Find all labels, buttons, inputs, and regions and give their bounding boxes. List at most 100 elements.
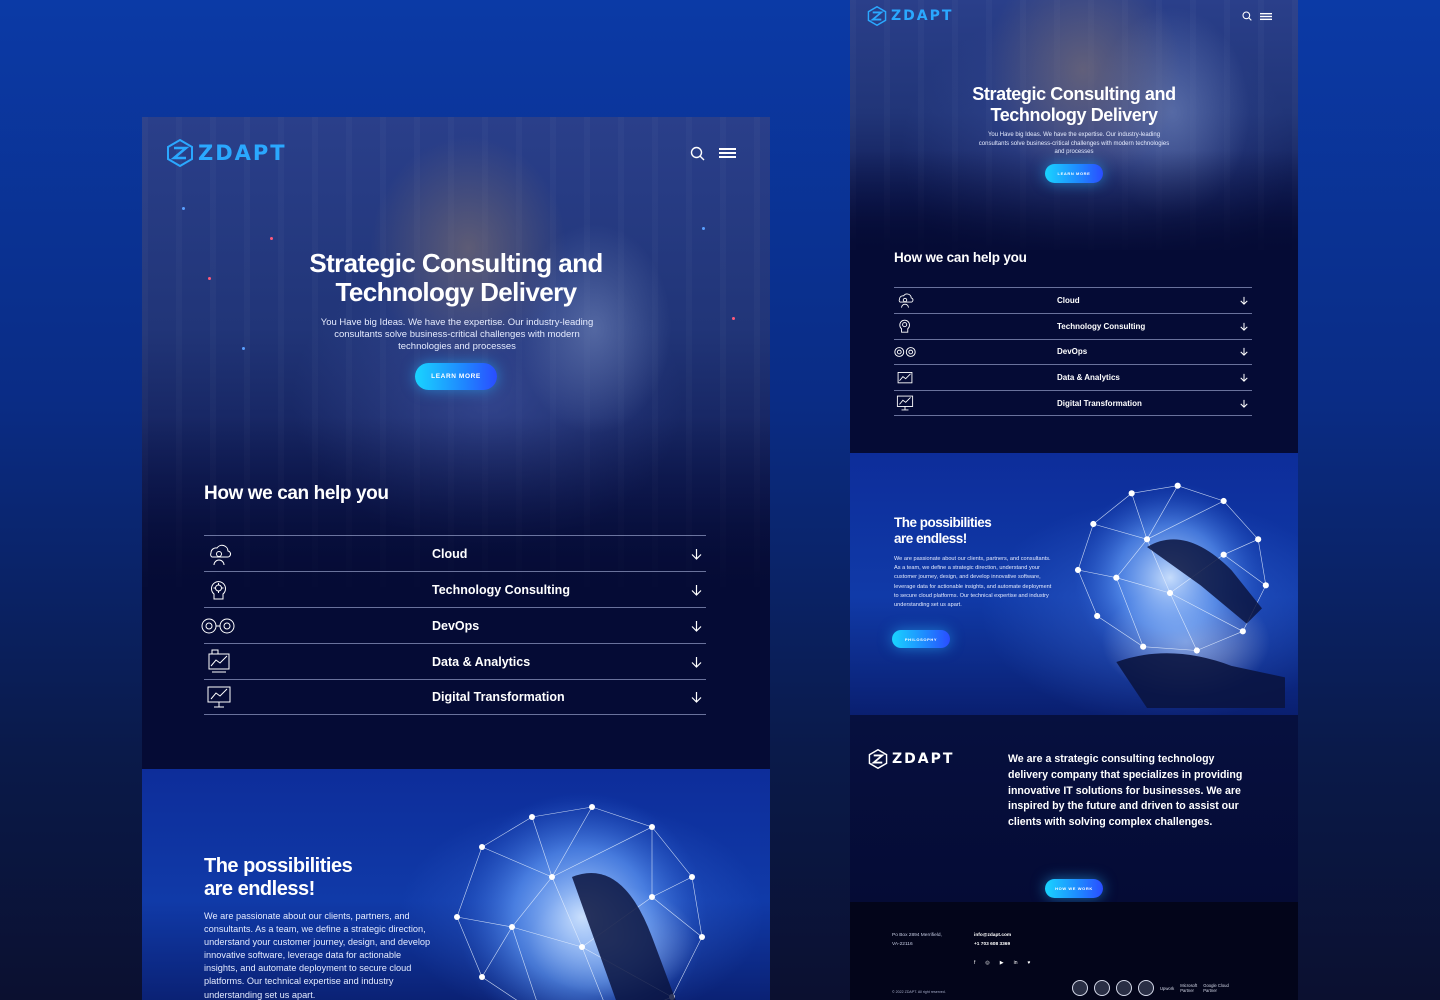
monitor-chart-icon	[204, 682, 234, 712]
service-item-technology-consulting[interactable]: Technology Consulting	[204, 571, 706, 607]
site-header: ZDAPT	[867, 6, 1272, 26]
cloud-person-icon	[894, 289, 916, 311]
service-item-digital-transformation[interactable]: Digital Transformation	[204, 679, 706, 715]
hero-subtitle: You Have big Ideas. We have the expertis…	[320, 317, 594, 352]
service-item-cloud[interactable]: Cloud	[204, 535, 706, 571]
search-icon[interactable]	[690, 146, 705, 161]
mockup-desktop: ZDAPT Strategic Consulting and Technolog…	[142, 117, 770, 1000]
about-logo: ZDAPT	[868, 749, 954, 769]
arrow-down-icon[interactable]	[1240, 296, 1248, 305]
menu-icon[interactable]	[719, 147, 736, 159]
service-label: Technology Consulting	[1057, 321, 1146, 331]
possibilities-body: We are passionate about our clients, par…	[894, 556, 1052, 609]
service-label: DevOps	[432, 618, 480, 633]
possibilities-title-line: are endless!	[894, 531, 967, 546]
service-label: Data & Analytics	[432, 654, 531, 669]
email-link[interactable]: info@zdapt.com	[974, 932, 1011, 941]
server-light	[242, 347, 245, 350]
hero-subtitle: You Have big Ideas. We have the expertis…	[978, 132, 1170, 155]
hero-title-line: Technology Delivery	[990, 105, 1158, 125]
server-light	[732, 317, 735, 320]
devops-gears-icon	[200, 611, 236, 641]
section-title: How we can help you	[894, 250, 1027, 265]
phone-link[interactable]: +1 703 608 3369	[974, 941, 1011, 950]
service-label: Cloud	[1057, 295, 1080, 305]
menu-icon[interactable]	[1260, 12, 1272, 21]
devops-gears-icon	[892, 341, 918, 363]
arrow-down-icon[interactable]	[691, 656, 702, 668]
possibilities-title-line: The possibilities	[894, 515, 992, 530]
hero-title-line: Strategic Consulting and	[972, 84, 1176, 104]
possibilities-title: The possibilities are endless!	[894, 515, 992, 547]
about-section: ZDAPT We are a strategic consulting tech…	[850, 715, 1298, 902]
address-line: Po Box 2894 Merrifield,	[892, 933, 942, 938]
arrow-down-icon[interactable]	[691, 691, 702, 703]
certification-badge	[1094, 980, 1110, 996]
possibilities-title-line: The possibilities	[204, 855, 353, 877]
instagram-icon[interactable]: ◎	[985, 960, 989, 966]
analytics-chart-icon	[894, 367, 916, 389]
brain-gear-icon	[204, 575, 234, 605]
learn-more-button[interactable]: LEARN MORE	[415, 363, 497, 390]
arrow-down-icon[interactable]	[1240, 347, 1248, 357]
partner-badges: Upwork Microsoft Partner Google Cloud Pa…	[1072, 980, 1229, 996]
service-item-data-analytics[interactable]: Data & Analytics	[894, 364, 1252, 390]
badge-line: Partner	[1203, 988, 1217, 993]
address-line: VA-22116	[892, 941, 913, 947]
logo-text: ZDAPT	[198, 141, 287, 165]
service-item-technology-consulting[interactable]: Technology Consulting	[894, 312, 1252, 339]
service-item-cloud[interactable]: Cloud	[894, 287, 1252, 313]
microsoft-partner-badge: Microsoft Partner	[1180, 983, 1197, 993]
hero-title-line: Strategic Consulting and	[309, 248, 603, 278]
cloud-person-icon	[204, 539, 234, 569]
facebook-icon[interactable]: f	[974, 960, 975, 966]
possibilities-section: The possibilities are endless! We are pa…	[142, 769, 770, 1000]
monitor-chart-icon	[894, 392, 916, 414]
services-list: Cloud Technology Consulting DevOps Data …	[894, 287, 1252, 416]
service-item-devops[interactable]: DevOps	[201, 607, 706, 643]
arrow-down-icon[interactable]	[1240, 322, 1248, 331]
search-icon[interactable]	[1242, 11, 1252, 21]
footer-address: Po Box 2894 Merrifield, VA-22116	[892, 932, 942, 949]
arrow-down-icon[interactable]	[691, 620, 702, 632]
analytics-chart-icon	[204, 647, 234, 677]
possibilities-body: We are passionate about our clients, par…	[204, 911, 431, 1000]
certification-badge	[1072, 980, 1088, 996]
social-links: f ◎ ▶ in ♥	[974, 960, 1031, 966]
zdapt-logo-icon	[867, 6, 887, 26]
arrow-down-icon[interactable]	[691, 584, 702, 596]
service-label: Technology Consulting	[432, 582, 570, 597]
linkedin-icon[interactable]: in	[1014, 960, 1018, 966]
logo-text: ZDAPT	[892, 751, 955, 767]
server-light	[182, 207, 185, 210]
section-title: How we can help you	[204, 483, 389, 504]
zdapt-logo-icon	[167, 139, 193, 167]
service-item-digital-transformation[interactable]: Digital Transformation	[894, 390, 1252, 416]
arrow-down-icon[interactable]	[1240, 399, 1248, 408]
arrow-down-icon[interactable]	[691, 548, 702, 560]
logo[interactable]: ZDAPT	[166, 139, 287, 167]
hero-title: Strategic Consulting and Technology Deli…	[850, 84, 1298, 126]
hero-title-line: Technology Delivery	[335, 277, 578, 307]
upwork-badge: Upwork	[1160, 985, 1175, 991]
service-item-data-analytics[interactable]: Data & Analytics	[204, 643, 706, 679]
service-item-devops[interactable]: DevOps	[892, 338, 1252, 365]
site-header: ZDAPT	[166, 139, 736, 167]
twitter-icon[interactable]: ♥	[1028, 960, 1031, 966]
logo-text: ZDAPT	[891, 8, 954, 24]
learn-more-button[interactable]: LEARN MORE	[1045, 164, 1103, 183]
mockup-full-page: ZDAPT Strategic Consulting and Technolog…	[850, 0, 1298, 1000]
philosophy-button[interactable]: PHILOSOPHY	[892, 630, 950, 648]
youtube-icon[interactable]: ▶	[1000, 960, 1004, 966]
service-label: Data & Analytics	[1057, 373, 1120, 383]
server-light	[270, 237, 273, 240]
google-cloud-partner-badge: Google Cloud Partner	[1203, 983, 1229, 993]
how-we-work-button[interactable]: HOW WE WORK	[1045, 879, 1103, 898]
service-label: Cloud	[432, 546, 468, 561]
logo[interactable]: ZDAPT	[867, 6, 953, 26]
about-text: We are a strategic consulting technology…	[1008, 753, 1243, 829]
hero-title: Strategic Consulting and Technology Deli…	[142, 249, 770, 307]
arrow-down-icon[interactable]	[1240, 373, 1248, 383]
service-label: Digital Transformation	[1057, 398, 1142, 408]
possibilities-section: The possibilities are endless! We are pa…	[850, 453, 1298, 715]
